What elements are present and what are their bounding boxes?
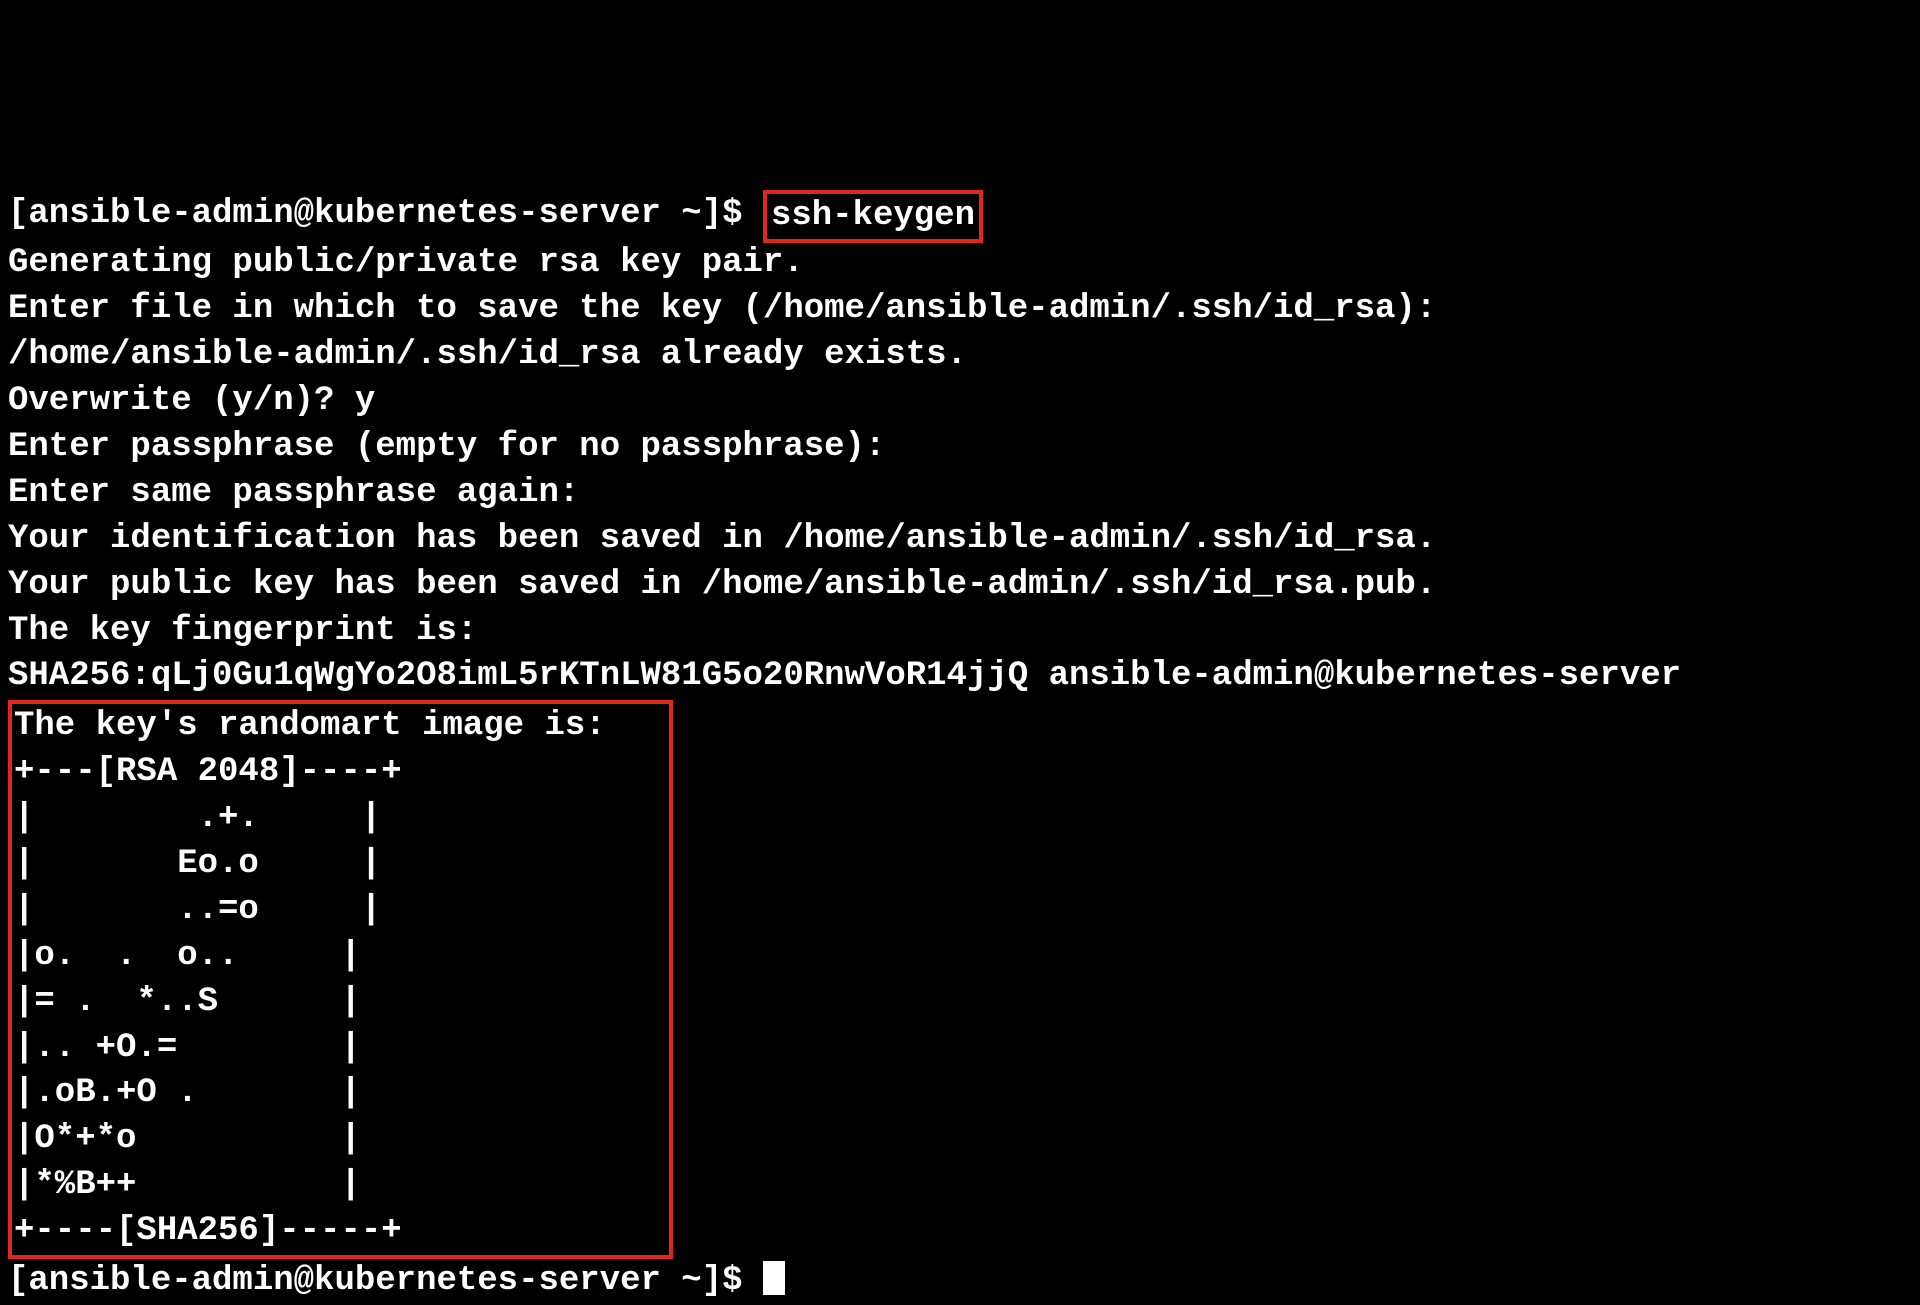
randomart-line: +---[RSA 2048]----+	[14, 753, 667, 791]
randomart-line: +----[SHA256]-----+	[14, 1212, 626, 1250]
randomart-line: | .+. |	[14, 799, 647, 837]
cursor-icon	[763, 1261, 785, 1295]
output-line: SHA256:qLj0Gu1qWgYo2O8imL5rKTnLW81G5o20R…	[8, 657, 1681, 695]
shell-prompt: [ansible-admin@kubernetes-server ~]$	[8, 195, 763, 233]
randomart-line: |.. +O.= |	[14, 1029, 626, 1067]
randomart-line: |o. . o.. |	[14, 937, 626, 975]
output-line: Generating public/private rsa key pair.	[8, 244, 804, 282]
output-line: Your public key has been saved in /home/…	[8, 566, 1436, 604]
randomart-highlight: The key's randomart image is: +---[RSA 2…	[8, 700, 673, 1259]
output-line: Overwrite (y/n)? y	[8, 382, 375, 420]
randomart-line: | ..=o |	[14, 891, 647, 929]
terminal-line[interactable]: [ansible-admin@kubernetes-server ~]$	[8, 1262, 785, 1300]
command-highlight: ssh-keygen	[763, 190, 983, 244]
shell-prompt: [ansible-admin@kubernetes-server ~]$	[8, 1262, 763, 1300]
output-line: Enter same passphrase again:	[8, 474, 579, 512]
output-line: Enter passphrase (empty for no passphras…	[8, 428, 885, 466]
output-line: /home/ansible-admin/.ssh/id_rsa already …	[8, 336, 967, 374]
output-line: The key fingerprint is:	[8, 612, 477, 650]
randomart-line: |.oB.+O . |	[14, 1074, 626, 1112]
output-line: Enter file in which to save the key (/ho…	[8, 290, 1436, 328]
command-text: ssh-keygen	[771, 197, 975, 235]
randomart-line: | Eo.o |	[14, 845, 647, 883]
randomart-line: |*%B++ |	[14, 1166, 626, 1204]
randomart-line: |O*+*o |	[14, 1120, 626, 1158]
output-line: Your identification has been saved in /h…	[8, 520, 1436, 558]
randomart-line: The key's randomart image is:	[14, 707, 667, 745]
terminal-line: [ansible-admin@kubernetes-server ~]$ ssh…	[8, 195, 983, 233]
randomart-line: |= . *..S |	[14, 983, 626, 1021]
